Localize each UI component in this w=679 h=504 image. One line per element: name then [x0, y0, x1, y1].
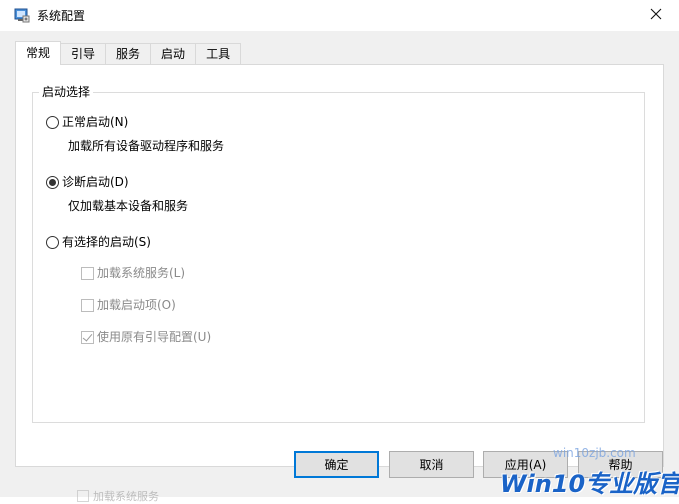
tab-tools[interactable]: 工具 — [195, 43, 242, 64]
tab-startup[interactable]: 启动 — [150, 43, 197, 64]
watermark-logo: Win10专业版官网 — [500, 470, 679, 498]
ghost-checkbox-icon — [77, 490, 89, 502]
group-legend: 启动选择 — [39, 85, 94, 99]
tab-services[interactable]: 服务 — [105, 43, 152, 64]
radio-selective-startup[interactable]: 有选择的启动(S) — [46, 234, 151, 250]
checkbox-load-system-services[interactable]: 加载系统服务(L) — [81, 265, 185, 281]
normal-startup-desc: 加载所有设备驱动程序和服务 — [68, 139, 225, 153]
radio-selective-label: 有选择的启动(S) — [62, 235, 151, 249]
window-title: 系统配置 — [37, 9, 86, 23]
system-config-window: 系统配置 常规 引导 服务 启动 工具 启动选择 正常启动(N) 加载所有设备驱… — [0, 0, 679, 503]
checkbox-load-startup-items[interactable]: 加载启动项(O) — [81, 297, 176, 313]
load-startup-items-label: 加载启动项(O) — [97, 298, 176, 312]
close-icon — [650, 8, 662, 23]
radio-diagnostic-label: 诊断启动(D) — [62, 175, 129, 189]
general-tab-panel: 启动选择 正常启动(N) 加载所有设备驱动程序和服务 诊断启动(D) 仅加载基本… — [15, 64, 664, 467]
tab-boot[interactable]: 引导 — [60, 43, 107, 64]
tab-general[interactable]: 常规 — [15, 41, 62, 65]
checkbox-use-original-boot-config[interactable]: 使用原有引导配置(U) — [81, 329, 211, 345]
load-system-services-label: 加载系统服务(L) — [97, 266, 186, 280]
radio-selective-circle[interactable] — [46, 235, 59, 249]
use-original-boot-config-label: 使用原有引导配置(U) — [97, 330, 212, 344]
radio-normal-circle[interactable] — [46, 115, 59, 129]
load-startup-items-box[interactable] — [81, 298, 94, 312]
radio-diagnostic-startup[interactable]: 诊断启动(D) — [46, 174, 129, 190]
startup-selection-group: 启动选择 正常启动(N) 加载所有设备驱动程序和服务 诊断启动(D) 仅加载基本… — [32, 85, 645, 423]
diagnostic-startup-desc: 仅加载基本设备和服务 — [68, 199, 189, 213]
ghost-label: 加载系统服务 — [93, 490, 159, 503]
msconfig-app-icon — [14, 7, 30, 23]
watermark-url: win10zjb.com — [553, 446, 636, 460]
radio-diagnostic-circle[interactable] — [46, 175, 59, 189]
title-bar: 系统配置 — [0, 0, 679, 31]
ok-button[interactable]: 确定 — [294, 451, 379, 478]
tab-strip: 常规 引导 服务 启动 工具 — [15, 41, 242, 65]
load-system-services-box[interactable] — [81, 266, 94, 280]
close-button[interactable] — [633, 0, 679, 31]
radio-normal-startup[interactable]: 正常启动(N) — [46, 114, 128, 130]
use-original-boot-config-box[interactable] — [81, 330, 94, 344]
dialog-body: 常规 引导 服务 启动 工具 启动选择 正常启动(N) 加载所有设备驱动程序和服… — [0, 31, 679, 497]
radio-normal-label: 正常启动(N) — [62, 115, 129, 129]
background-ghost-row: 加载系统服务 — [77, 488, 159, 504]
cancel-button[interactable]: 取消 — [389, 451, 474, 478]
